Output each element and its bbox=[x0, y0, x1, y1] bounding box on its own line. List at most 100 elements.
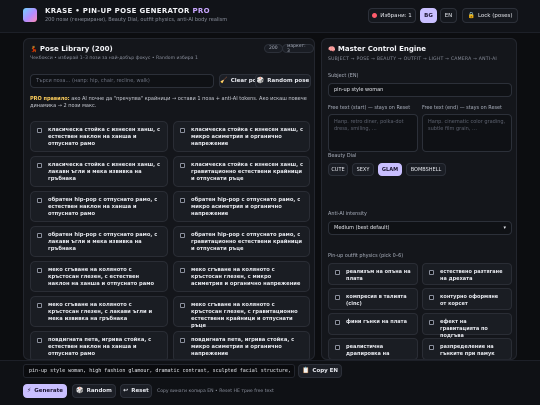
engine-title-text: Master Control Engine bbox=[337, 45, 427, 53]
favorites-button[interactable]: Избрани: 1 bbox=[368, 8, 416, 23]
physics-item[interactable]: разпределение на гънките при памук bbox=[422, 338, 512, 359]
physics-checkbox[interactable] bbox=[429, 345, 434, 350]
app-title-pro: PRO bbox=[192, 7, 210, 15]
free-text-start-textarea[interactable]: Напр. retro diner, polka-dot dress, smil… bbox=[328, 114, 418, 152]
broom-icon: 🧹 bbox=[220, 77, 228, 84]
physics-label: компресия в талията (cinc) bbox=[346, 294, 407, 307]
copy-en-button[interactable]: 📋 Copy EN bbox=[298, 364, 342, 378]
physics-checkbox[interactable] bbox=[429, 295, 434, 300]
physics-item[interactable]: фини гънки на плата bbox=[328, 313, 418, 335]
pose-label: меко сгъване на коляното с кръстосан гле… bbox=[48, 302, 153, 322]
lock-label: Lock (poses) bbox=[477, 12, 513, 19]
pose-checkbox[interactable] bbox=[180, 198, 185, 203]
antiai-select[interactable]: Medium (best default) ▾ bbox=[328, 221, 512, 235]
pose-item[interactable]: меко сгъване на коляното с кръстосан гле… bbox=[173, 261, 310, 292]
pose-search-input[interactable]: Търси поза… (напр: hip, chair, recline, … bbox=[30, 74, 214, 88]
physics-label: ефект на гравитацията по подгъва bbox=[440, 319, 488, 339]
physics-checkbox[interactable] bbox=[335, 320, 340, 325]
physics-item[interactable]: реалистична драпировка на коприна bbox=[328, 338, 418, 359]
app-title: KRASE • PIN-UP POSE GENERATOR PRO bbox=[45, 7, 210, 15]
pose-label: меко сгъване на коляното с кръстосан гле… bbox=[48, 267, 155, 287]
physics-item[interactable]: компресия в талията (cinc) bbox=[328, 288, 418, 310]
pose-item[interactable]: обратен hip-pop с отпуснато рамо, с грав… bbox=[173, 226, 310, 257]
beauty-option-cute[interactable]: CUTE bbox=[328, 163, 348, 176]
app-subtitle: 200 пози (генерирани), Beauty Dial, outf… bbox=[45, 17, 228, 23]
lock-icon: 🔒 bbox=[467, 11, 475, 19]
pose-label: класическа стойка с изнесен ханш, с микр… bbox=[191, 127, 304, 147]
generate-button[interactable]: ⚡ Generate bbox=[23, 384, 67, 398]
physics-checkbox[interactable] bbox=[335, 270, 340, 275]
pose-label: меко сгъване на коляното с кръстосан гле… bbox=[191, 302, 298, 329]
physics-checkbox[interactable] bbox=[335, 295, 340, 300]
pose-checkbox[interactable] bbox=[180, 163, 185, 168]
prompt-output[interactable]: pin-up style woman, high fashion glamour… bbox=[23, 364, 295, 378]
pose-item[interactable]: обратен hip-pop с отпуснато рамо, с лака… bbox=[30, 226, 168, 257]
pose-checkbox[interactable] bbox=[37, 198, 42, 203]
pose-item[interactable]: повдигната пета, игрива стойка, с микро … bbox=[173, 331, 310, 359]
pose-item[interactable]: класическа стойка с изнесен ханш, с грав… bbox=[173, 156, 310, 187]
pose-count-chip: 200 bbox=[264, 44, 283, 53]
pose-checkbox[interactable] bbox=[37, 163, 42, 168]
lock-poses-button[interactable]: 🔒 Lock (poses) bbox=[462, 8, 518, 23]
engine-title: 🧠 Master Control Engine bbox=[328, 45, 426, 53]
free-text-end-textarea[interactable]: Напр. cinematic color grading, subtle fi… bbox=[422, 114, 512, 152]
beauty-option-glam[interactable]: GLAM bbox=[378, 163, 402, 176]
pose-label: повдигната пета, игрива стойка, с микро … bbox=[191, 337, 295, 357]
app-logo bbox=[23, 8, 37, 22]
generate-label: Generate bbox=[34, 388, 63, 394]
physics-label: естествено разтягане на дрехата bbox=[440, 269, 503, 282]
pose-library-title-text: Pose Library (200) bbox=[39, 45, 113, 53]
lang-bg-button[interactable]: BG bbox=[420, 8, 437, 23]
pose-checkbox[interactable] bbox=[180, 128, 185, 133]
subject-input[interactable]: pin-up style woman bbox=[328, 83, 512, 97]
pose-item[interactable]: класическа стойка с изнесен ханш, с микр… bbox=[173, 121, 310, 152]
pose-item[interactable]: меко сгъване на коляното с кръстосан гле… bbox=[30, 261, 168, 292]
physics-item[interactable]: контурно оформяне от корсет bbox=[422, 288, 512, 310]
free-text-end-label: Free text (end) — stays on Reset bbox=[422, 105, 502, 111]
physics-checkbox[interactable] bbox=[429, 270, 434, 275]
pose-icon: 💃 bbox=[30, 46, 38, 53]
brain-icon: 🧠 bbox=[328, 46, 336, 53]
pose-checkbox[interactable] bbox=[180, 268, 185, 273]
pose-item[interactable]: меко сгъване на коляното с кръстосан гле… bbox=[30, 296, 168, 327]
pose-checkbox[interactable] bbox=[180, 303, 185, 308]
physics-item[interactable]: реализъм на опъна на плата bbox=[328, 263, 418, 285]
pose-checkbox[interactable] bbox=[180, 338, 185, 343]
dice-icon: 🎲 bbox=[256, 77, 265, 84]
bolt-icon: ⚡ bbox=[27, 387, 32, 394]
physics-label: реалистична драпировка на коприна bbox=[346, 344, 390, 359]
app-header: KRASE • PIN-UP POSE GENERATOR PRO 200 по… bbox=[0, 0, 540, 33]
random-button[interactable]: 🎲 Random bbox=[72, 384, 116, 398]
physics-checkbox[interactable] bbox=[335, 345, 340, 350]
pose-item[interactable]: меко сгъване на коляното с кръстосан гле… bbox=[173, 296, 310, 329]
physics-item[interactable]: ефект на гравитацията по подгъва bbox=[422, 313, 512, 339]
pose-checkbox[interactable] bbox=[37, 338, 42, 343]
lang-en-button[interactable]: EN bbox=[440, 8, 457, 23]
outfit-physics-label: Pin-up outfit physics (pick 0–6) bbox=[328, 253, 404, 259]
clipboard-icon: 📋 bbox=[301, 367, 310, 374]
pose-item[interactable]: повдигната пета, игрива стойка, с естест… bbox=[30, 331, 168, 359]
reset-button[interactable]: ↩ Reset bbox=[120, 384, 152, 398]
pose-checkbox[interactable] bbox=[37, 268, 42, 273]
subject-label: Subject (EN) bbox=[328, 73, 359, 79]
beauty-dial-label: Beauty Dial bbox=[328, 153, 357, 159]
pose-library-subtitle: Чекбокси • избирай 1–3 пози за най-добър… bbox=[30, 56, 198, 61]
pose-item[interactable]: класическа стойка с изнесен ханш, с есте… bbox=[30, 121, 168, 152]
pose-checkbox[interactable] bbox=[37, 128, 42, 133]
pipeline-steps: SUBJECT → POSE → BEAUTY → OUTFIT → LIGHT… bbox=[328, 57, 497, 62]
pose-checkbox[interactable] bbox=[37, 233, 42, 238]
beauty-option-bombshell[interactable]: BOMBSHELL bbox=[406, 163, 446, 176]
pose-item[interactable]: класическа стойка с изнесен ханш, с лака… bbox=[30, 156, 168, 187]
physics-checkbox[interactable] bbox=[429, 320, 434, 325]
antiai-select-value: Medium (best default) bbox=[334, 225, 390, 231]
pro-rule-prefix: PRO правило: bbox=[30, 96, 70, 102]
random-pose-button[interactable]: 🎲 Random pose bbox=[255, 74, 311, 88]
favorites-label: Избрани: 1 bbox=[380, 12, 412, 19]
beauty-option-sexy[interactable]: SEXY bbox=[352, 163, 374, 176]
pose-checkbox[interactable] bbox=[37, 303, 42, 308]
pose-checkbox[interactable] bbox=[180, 233, 185, 238]
pose-item[interactable]: обратен hip-pop с отпуснато рамо, с микр… bbox=[173, 191, 310, 222]
pose-label: обратен hip-pop с отпуснато рамо, с микр… bbox=[191, 197, 301, 217]
physics-item[interactable]: естествено разтягане на дрехата bbox=[422, 263, 512, 285]
pose-item[interactable]: обратен hip-pop с отпуснато рамо, с есте… bbox=[30, 191, 168, 222]
